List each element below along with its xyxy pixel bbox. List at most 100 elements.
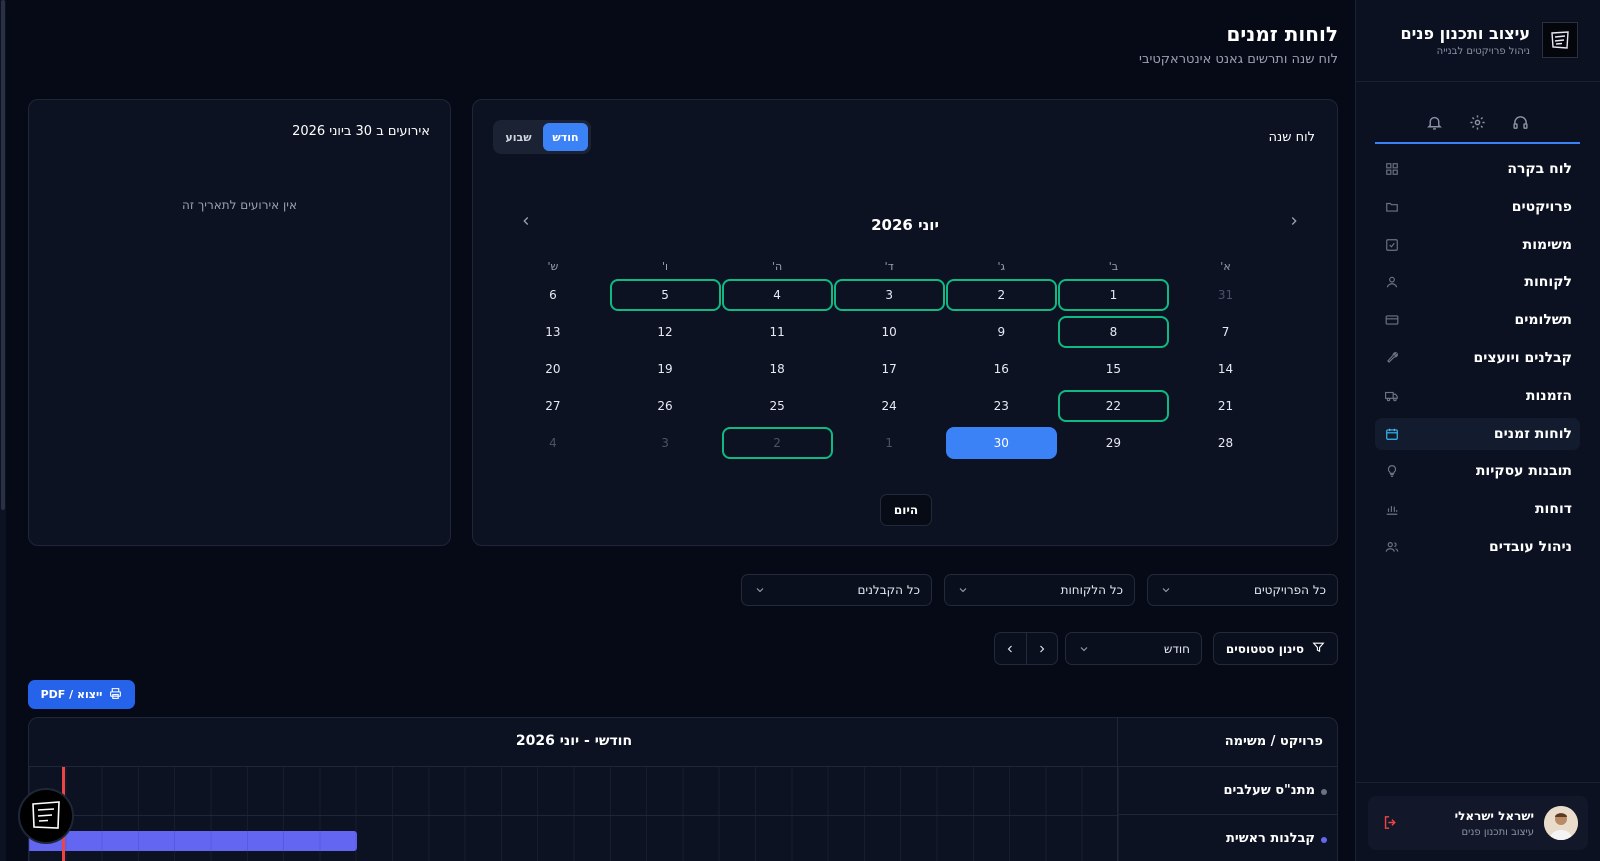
gantt-row[interactable]: מתנ"ס שעלבים <box>1117 767 1337 815</box>
calendar-day[interactable]: 12 <box>610 316 721 348</box>
today-button[interactable]: היום <box>880 494 932 526</box>
calendar-day[interactable]: 2 <box>945 279 1057 311</box>
gantt-row[interactable]: קבלנות ראשית <box>1117 815 1337 861</box>
calendar-day[interactable]: 9 <box>946 316 1057 348</box>
calendar-day[interactable]: 10 <box>834 316 945 348</box>
calendar-day[interactable]: 23 <box>946 390 1057 422</box>
calendar-day[interactable]: 3 <box>833 279 945 311</box>
calendar-day[interactable]: 6 <box>497 279 608 311</box>
calendar-day[interactable]: 2 <box>721 427 833 459</box>
filter-icon <box>1312 641 1325 657</box>
calendar-icon <box>1385 427 1399 441</box>
calendar-day[interactable]: 1 <box>834 427 945 459</box>
nav-item-clients[interactable]: לקוחות <box>1375 266 1580 298</box>
calendar-day[interactable]: 5 <box>609 279 721 311</box>
calendar-day[interactable]: 27 <box>497 390 608 422</box>
gear-icon[interactable] <box>1469 114 1486 131</box>
brand-header: עיצוב ותכנון פנים ניהול פרויקטים לבנייה <box>1356 0 1600 82</box>
gantt-timeline-header: חודשי - יוני 2026 <box>29 718 1119 767</box>
chevron-down-icon <box>957 584 969 596</box>
calendar-day[interactable]: 7 <box>1170 316 1281 348</box>
user-card[interactable]: ישראל ישראלי עיצוב ותכנון פנים <box>1368 796 1588 850</box>
weekday-label: ה' <box>771 260 783 273</box>
nav-item-orders[interactable]: הזמנות <box>1375 380 1580 412</box>
view-week-button[interactable]: שבוע <box>496 123 541 151</box>
calendar-day[interactable]: 11 <box>722 316 833 348</box>
folder-icon <box>1385 200 1399 214</box>
period-value: חודש <box>1163 641 1190 656</box>
bar-chart-icon <box>1385 502 1399 516</box>
view-month-button[interactable]: חודש <box>543 123 588 151</box>
nav-item-label: לוחות זמנים <box>1493 425 1572 442</box>
chevron-left-icon[interactable] <box>519 214 533 228</box>
page-scrollbar[interactable] <box>0 0 6 861</box>
nav-item-schedules[interactable]: לוחות זמנים <box>1375 417 1580 450</box>
main-nav: לוח בקרה פרויקטים משימות לקוחות תשלומים … <box>1375 153 1580 569</box>
calendar-day[interactable]: 1 <box>1057 279 1169 311</box>
user-name: ישראל ישראלי <box>1454 809 1534 823</box>
calendar-day[interactable]: 8 <box>1057 316 1169 348</box>
calendar-day[interactable]: 13 <box>497 316 608 348</box>
calendar-day[interactable]: 24 <box>834 390 945 422</box>
gantt-task-bar[interactable] <box>29 831 357 851</box>
calendar-day[interactable]: 14 <box>1170 353 1281 385</box>
next-period-icon[interactable] <box>1027 633 1058 664</box>
nav-item-tasks[interactable]: משימות <box>1375 229 1580 261</box>
calendar-day[interactable]: 18 <box>722 353 833 385</box>
contractors-filter-select[interactable]: כל הקבלנים <box>741 574 932 606</box>
gantt-chart: פרויקט / משימה חודשי - יוני 2026 מתנ"ס ש… <box>28 717 1338 861</box>
prev-period-icon[interactable] <box>995 633 1027 664</box>
nav-item-projects[interactable]: פרויקטים <box>1375 191 1580 223</box>
calendar-day[interactable]: 25 <box>722 390 833 422</box>
gantt-row-dot <box>1321 837 1327 843</box>
credit-card-icon <box>1385 313 1399 327</box>
headset-icon[interactable] <box>1512 114 1529 131</box>
calendar-day[interactable]: 16 <box>946 353 1057 385</box>
calendar-day[interactable]: 19 <box>610 353 721 385</box>
calendar-day[interactable]: 17 <box>834 353 945 385</box>
gantt-row-dot <box>1321 789 1327 795</box>
nav-item-label: תובנות עסקיות <box>1475 463 1572 480</box>
scrollbar-thumb[interactable] <box>1 0 5 510</box>
sidebar-divider <box>1355 782 1600 783</box>
gantt-row-label: קבלנות ראשית <box>1226 831 1315 846</box>
bell-icon[interactable] <box>1426 114 1443 131</box>
calendar-day[interactable]: 4 <box>497 427 608 459</box>
nav-item-label: לקוחות <box>1524 274 1572 291</box>
calendar-day[interactable]: 28 <box>1170 427 1281 459</box>
nav-item-contractors[interactable]: קבלנים ויועצים <box>1375 342 1580 374</box>
nav-item-employees[interactable]: ניהול עובדים <box>1375 531 1580 563</box>
nav-item-dashboard[interactable]: לוח בקרה <box>1375 153 1580 185</box>
calendar-day[interactable]: 31 <box>1170 279 1281 311</box>
chevron-down-icon <box>1078 643 1090 655</box>
calendar-day[interactable]: 21 <box>1170 390 1281 422</box>
logout-icon[interactable] <box>1382 814 1399 831</box>
calendar-day[interactable]: 20 <box>497 353 608 385</box>
calendar-day[interactable]: 26 <box>610 390 721 422</box>
frame-logo-icon[interactable] <box>1542 22 1578 58</box>
grid-icon <box>1385 162 1399 176</box>
export-pdf-button[interactable]: ייצוא / PDF <box>28 680 135 709</box>
clients-filter-select[interactable]: כל הלקוחות <box>944 574 1135 606</box>
calendar-day[interactable]: 30 <box>945 427 1057 459</box>
calendar-day[interactable]: 29 <box>1058 427 1169 459</box>
events-title: אירועים ב 30 ביוני 2026 <box>292 124 430 139</box>
projects-filter-select[interactable]: כל הפרויקטים <box>1147 574 1338 606</box>
printer-icon <box>109 687 122 703</box>
calendar-day[interactable]: 15 <box>1058 353 1169 385</box>
period-select[interactable]: חודש <box>1065 632 1202 665</box>
nav-item-reports[interactable]: דוחות <box>1375 493 1580 525</box>
status-filter-button[interactable]: סינון סטטוסים <box>1213 632 1338 665</box>
calendar-day[interactable]: 4 <box>721 279 833 311</box>
nav-item-label: דוחות <box>1534 501 1572 518</box>
calendar-day[interactable]: 3 <box>610 427 721 459</box>
brand-title: עיצוב ותכנון פנים <box>1400 24 1530 43</box>
avatar[interactable] <box>1544 806 1578 840</box>
chevron-down-icon <box>1160 584 1172 596</box>
gantt-row-label: מתנ"ס שעלבים <box>1223 783 1315 798</box>
nav-item-insights[interactable]: תובנות עסקיות <box>1375 455 1580 487</box>
calendar-day[interactable]: 22 <box>1057 390 1169 422</box>
events-empty-message: אין אירועים לתאריך זה <box>182 198 297 212</box>
project-frame-logo-icon[interactable] <box>18 788 74 844</box>
nav-item-payments[interactable]: תשלומים <box>1375 304 1580 336</box>
